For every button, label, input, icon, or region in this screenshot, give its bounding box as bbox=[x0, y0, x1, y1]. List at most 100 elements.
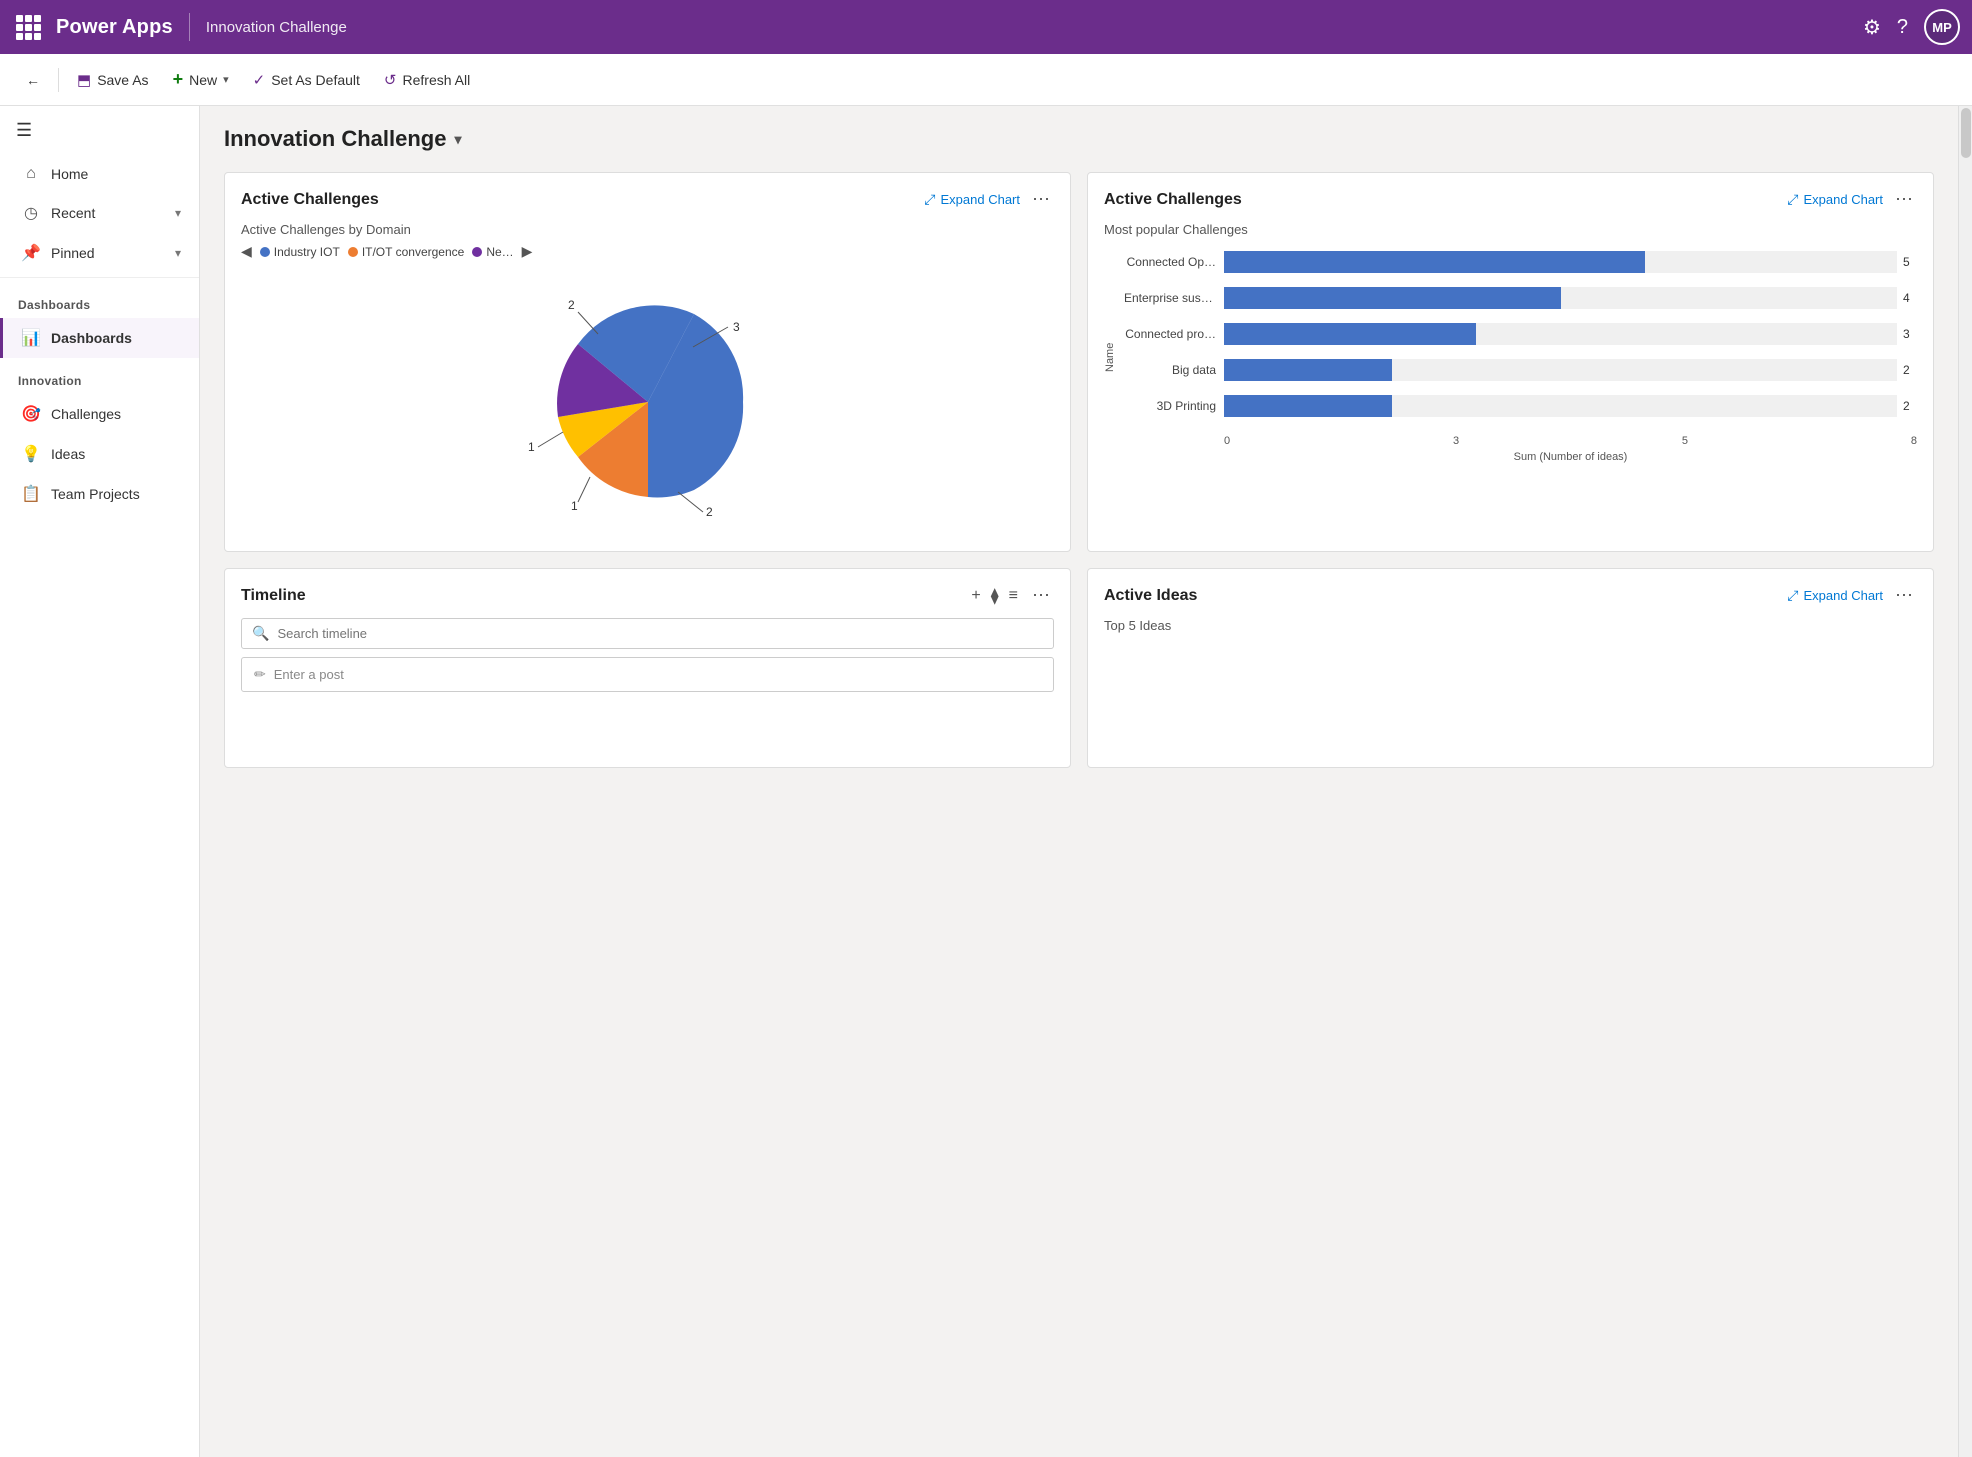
avatar[interactable]: MP bbox=[1924, 9, 1960, 45]
new-button[interactable]: + New ▾ bbox=[163, 63, 239, 96]
sidebar-divider-1 bbox=[0, 277, 199, 278]
pie-chart-subtitle: Active Challenges by Domain bbox=[241, 222, 1054, 237]
ideas-more-button[interactable]: ⋯ bbox=[1891, 585, 1917, 606]
challenges-icon: 🎯 bbox=[21, 404, 41, 424]
legend-label-itot: IT/OT convergence bbox=[362, 245, 465, 259]
ideas-icon: 💡 bbox=[21, 444, 41, 464]
bar-label-0: Connected Op… bbox=[1124, 255, 1224, 269]
bar-fill-4 bbox=[1224, 395, 1392, 417]
team-projects-icon: 📋 bbox=[21, 484, 41, 504]
dashboards-icon: 📊 bbox=[21, 328, 41, 348]
pie-card-title: Active Challenges bbox=[241, 191, 379, 209]
pin-icon: 📌 bbox=[21, 243, 41, 263]
pie-label-2-bot: 2 bbox=[706, 505, 713, 519]
nav-page-title: Innovation Challenge bbox=[206, 19, 347, 36]
pie-expand-label: Expand Chart bbox=[941, 192, 1021, 207]
bar-value-2: 3 bbox=[1903, 327, 1917, 341]
bar-label-3: Big data bbox=[1124, 363, 1224, 377]
ideas-card-actions: ⤢ Expand Chart ⋯ bbox=[1787, 585, 1917, 606]
bar-fill-1 bbox=[1224, 287, 1561, 309]
timeline-sort-button[interactable]: ≡ bbox=[1009, 587, 1018, 605]
sidebar-item-pinned[interactable]: 📌 Pinned ▾ bbox=[0, 233, 199, 273]
x-tick-2: 5 bbox=[1682, 435, 1688, 447]
save-as-button[interactable]: ⬒ Save As bbox=[67, 65, 159, 95]
legend-item-new: Ne… bbox=[472, 245, 513, 259]
timeline-search-box[interactable]: 🔍 bbox=[241, 618, 1054, 649]
back-button[interactable]: ← bbox=[16, 66, 50, 94]
top-nav: Power Apps Innovation Challenge ⚙ ? MP bbox=[0, 0, 1972, 54]
legend-item-iot: Industry IOT bbox=[260, 245, 340, 259]
bar-x-axis-label: Sum (Number of ideas) bbox=[1124, 451, 1917, 463]
timeline-search-input[interactable] bbox=[277, 626, 1043, 641]
pie-label-3: 3 bbox=[733, 320, 740, 334]
bar-row-2: Connected pro… 3 bbox=[1124, 323, 1917, 345]
bar-card-header: Active Challenges ⤢ Expand Chart ⋯ bbox=[1104, 189, 1917, 210]
sidebar-item-team-projects[interactable]: 📋 Team Projects bbox=[0, 474, 199, 514]
bar-label-4: 3D Printing bbox=[1124, 399, 1224, 413]
home-icon: ⌂ bbox=[21, 165, 41, 183]
refresh-all-button[interactable]: ↺ Refresh All bbox=[374, 65, 480, 95]
app-body: ☰ ⌂ Home ◷ Recent ▾ 📌 Pinned ▾ Dashboard… bbox=[0, 106, 1972, 1457]
timeline-enter-post[interactable]: ✏ Enter a post bbox=[241, 657, 1054, 692]
bar-row-3: Big data 2 bbox=[1124, 359, 1917, 381]
legend-next-icon[interactable]: ▶ bbox=[522, 243, 533, 260]
waffle-icon[interactable] bbox=[12, 11, 44, 43]
page-heading: Innovation Challenge ▾ bbox=[224, 126, 1934, 152]
legend-item-itot: IT/OT convergence bbox=[348, 245, 465, 259]
set-default-button[interactable]: ✓ Set As Default bbox=[243, 65, 370, 95]
timeline-more-button[interactable]: ⋯ bbox=[1028, 585, 1054, 606]
page-title-chevron-icon[interactable]: ▾ bbox=[454, 131, 461, 148]
bar-value-1: 4 bbox=[1903, 291, 1917, 305]
sidebar-hamburger[interactable]: ☰ bbox=[0, 106, 199, 155]
settings-icon[interactable]: ⚙ bbox=[1863, 15, 1881, 40]
ideas-expand-icon: ⤢ bbox=[1787, 587, 1798, 604]
bar-card-title: Active Challenges bbox=[1104, 191, 1242, 209]
check-icon: ✓ bbox=[253, 71, 266, 89]
nav-divider bbox=[189, 13, 190, 41]
sidebar-item-ideas[interactable]: 💡 Ideas bbox=[0, 434, 199, 474]
sidebar-team-projects-label: Team Projects bbox=[51, 486, 140, 502]
timeline-add-button[interactable]: + bbox=[971, 587, 980, 605]
scrollbar-track bbox=[1958, 106, 1972, 1457]
recent-icon: ◷ bbox=[21, 203, 41, 223]
bar-chart-area: Name Connected Op… 5 Enterprise sust… bbox=[1104, 251, 1917, 463]
ideas-expand-label: Expand Chart bbox=[1804, 588, 1884, 603]
bar-track-1 bbox=[1224, 287, 1897, 309]
legend-prev-icon[interactable]: ◀ bbox=[241, 243, 252, 260]
page-title: Innovation Challenge bbox=[224, 126, 446, 152]
help-icon[interactable]: ? bbox=[1897, 16, 1908, 39]
sidebar-ideas-label: Ideas bbox=[51, 446, 85, 462]
ideas-expand-button[interactable]: ⤢ Expand Chart bbox=[1787, 587, 1883, 604]
pie-label-1-left: 1 bbox=[528, 440, 535, 454]
pie-label-1-bot: 1 bbox=[571, 499, 578, 513]
x-tick-0: 0 bbox=[1224, 435, 1230, 447]
set-default-label: Set As Default bbox=[271, 72, 360, 88]
timeline-actions: + ⧫ ≡ ⋯ bbox=[971, 585, 1054, 606]
pie-label-2-top: 2 bbox=[568, 298, 575, 312]
sidebar-item-home[interactable]: ⌂ Home bbox=[0, 155, 199, 193]
new-label: New bbox=[189, 72, 217, 88]
bar-expand-button[interactable]: ⤢ Expand Chart bbox=[1787, 191, 1883, 208]
pie-chart-container: 3 2 1 1 2 bbox=[241, 272, 1054, 532]
x-tick-1: 3 bbox=[1453, 435, 1459, 447]
pie-expand-button[interactable]: ⤢ Expand Chart bbox=[924, 191, 1020, 208]
sidebar-dashboards-label: Dashboards bbox=[51, 330, 132, 346]
pie-more-button[interactable]: ⋯ bbox=[1028, 189, 1054, 210]
sidebar-item-dashboards[interactable]: 📊 Dashboards bbox=[0, 318, 199, 358]
search-icon: 🔍 bbox=[252, 625, 269, 642]
bar-y-axis-label: Name bbox=[1104, 251, 1116, 463]
bar-more-button[interactable]: ⋯ bbox=[1891, 189, 1917, 210]
sidebar-item-challenges[interactable]: 🎯 Challenges bbox=[0, 394, 199, 434]
bar-track-2 bbox=[1224, 323, 1897, 345]
timeline-filter-button[interactable]: ⧫ bbox=[991, 586, 999, 606]
bar-chart-inner: Connected Op… 5 Enterprise sust… 4 bbox=[1124, 251, 1917, 463]
bar-expand-icon: ⤢ bbox=[1787, 191, 1798, 208]
bar-fill-3 bbox=[1224, 359, 1392, 381]
bar-fill-0 bbox=[1224, 251, 1645, 273]
main-content: Innovation Challenge ▾ Active Challenges… bbox=[200, 106, 1958, 1457]
sidebar-item-recent[interactable]: ◷ Recent ▾ bbox=[0, 193, 199, 233]
sidebar: ☰ ⌂ Home ◷ Recent ▾ 📌 Pinned ▾ Dashboard… bbox=[0, 106, 200, 1457]
bar-row-1: Enterprise sust… 4 bbox=[1124, 287, 1917, 309]
scrollbar-thumb[interactable] bbox=[1961, 108, 1971, 158]
bar-track-4 bbox=[1224, 395, 1897, 417]
